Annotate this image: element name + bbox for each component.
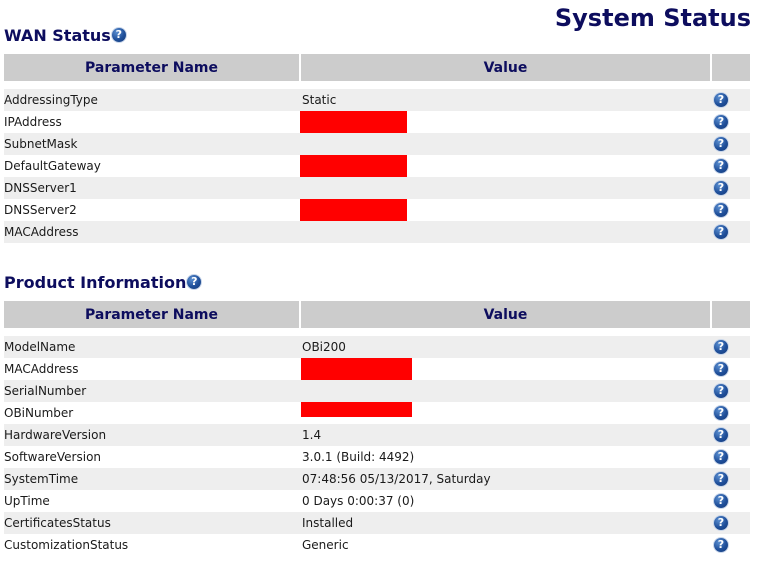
param-value: 1.4 [302,428,322,442]
param-name: SubnetMask [4,137,78,151]
help-icon[interactable]: ? [714,384,728,398]
table-row: MACAddress ? [4,358,750,380]
table-header: Parameter Name Value [4,54,750,81]
param-value: OBi200 [302,340,346,354]
param-name: DNSServer2 [4,203,77,217]
param-value: 07:48:56 05/13/2017, Saturday [302,472,491,486]
param-name: SystemTime [4,472,79,486]
param-value: 3.0.1 (Build: 4492) [302,450,415,464]
table-header: Parameter Name Value [4,301,750,328]
help-icon[interactable]: ? [714,406,728,420]
table-row: UpTime 0 Days 0:00:37 (0) ? [4,490,750,512]
help-icon[interactable]: ? [714,516,728,530]
param-name: MACAddress [4,225,79,239]
param-name: IPAddress [4,115,62,129]
product-information-table: Parameter Name Value ModelName OBi200 ? … [4,301,750,556]
help-icon[interactable]: ? [714,181,728,195]
product-information-title: Product Information ? [4,273,202,292]
help-icon[interactable]: ? [714,225,728,239]
help-icon[interactable]: ? [111,27,126,42]
help-icon[interactable]: ? [714,159,728,173]
help-icon[interactable]: ? [187,274,202,289]
help-icon[interactable]: ? [714,538,728,552]
help-icon[interactable]: ? [714,428,728,442]
table-row: MACAddress ? [4,221,750,243]
help-icon[interactable]: ? [714,203,728,217]
table-row: AddressingType Static ? [4,89,750,111]
help-icon[interactable]: ? [714,340,728,354]
table-row: SubnetMask ? [4,133,750,155]
param-name: SerialNumber [4,384,87,398]
header-value: Value [301,54,710,81]
wan-status-label: WAN Status [4,26,111,45]
header-help [712,54,750,81]
header-parameter-name: Parameter Name [4,301,299,328]
param-name: CustomizationStatus [4,538,129,552]
param-name: UpTime [4,494,50,508]
help-icon[interactable]: ? [714,362,728,376]
param-name: MACAddress [4,362,79,376]
wan-status-body: AddressingType Static ? IPAddress ? Subn… [4,89,750,243]
table-row: CertificatesStatus Installed ? [4,512,750,534]
help-icon[interactable]: ? [714,115,728,129]
param-name: ModelName [4,340,76,354]
param-value: Static [302,93,337,107]
table-row: DNSServer1 ? [4,177,750,199]
header-value: Value [301,301,710,328]
page-title: System Status [554,4,751,32]
param-name: DNSServer1 [4,181,77,195]
table-row: SoftwareVersion 3.0.1 (Build: 4492) ? [4,446,750,468]
param-value: Generic [302,538,349,552]
table-row: SystemTime 07:48:56 05/13/2017, Saturday… [4,468,750,490]
product-information-label: Product Information [4,273,187,292]
help-icon[interactable]: ? [714,494,728,508]
param-value: 0 Days 0:00:37 (0) [302,494,415,508]
table-row: DefaultGateway ? [4,155,750,177]
help-icon[interactable]: ? [714,93,728,107]
wan-status-title: WAN Status ? [4,26,126,45]
param-name: DefaultGateway [4,159,101,173]
table-row: HardwareVersion 1.4 ? [4,424,750,446]
help-icon[interactable]: ? [714,472,728,486]
param-value: Installed [302,516,354,530]
param-name: OBiNumber [4,406,74,420]
param-name: CertificatesStatus [4,516,111,530]
param-name: HardwareVersion [4,428,107,442]
header-parameter-name: Parameter Name [4,54,299,81]
help-icon[interactable]: ? [714,450,728,464]
table-row: DNSServer2 ? [4,199,750,221]
header-help [712,301,750,328]
param-name: AddressingType [4,93,98,107]
table-row: ModelName OBi200 ? [4,336,750,358]
help-icon[interactable]: ? [714,137,728,151]
product-information-body: ModelName OBi200 ? MACAddress ? SerialNu… [4,336,750,556]
table-row: CustomizationStatus Generic ? [4,534,750,556]
table-row: SerialNumber ? [4,380,750,402]
table-row: OBiNumber ? [4,402,750,424]
table-row: IPAddress ? [4,111,750,133]
param-name: SoftwareVersion [4,450,102,464]
wan-status-table: Parameter Name Value AddressingType Stat… [4,54,750,243]
